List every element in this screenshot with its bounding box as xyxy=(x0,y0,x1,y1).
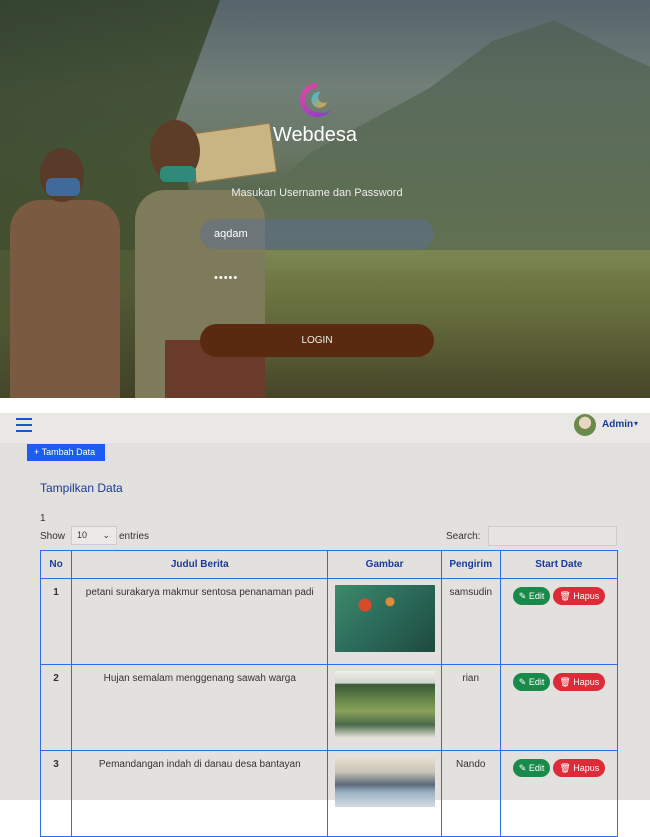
data-card: Tampilkan Data 1 Show 10 ⌄ entries Searc… xyxy=(27,467,630,837)
page-number: 1 xyxy=(40,513,46,524)
topbar: Admin ▾ xyxy=(0,413,650,443)
delete-label: Hapus xyxy=(573,591,600,601)
card-title: Tampilkan Data xyxy=(40,481,123,495)
header-no[interactable]: No xyxy=(39,550,73,579)
search-label: Search: xyxy=(446,531,481,542)
edit-label: Edit xyxy=(528,763,545,773)
news-image xyxy=(334,671,435,738)
cell-actions: ✎ Edit 🗑 Hapus xyxy=(499,750,619,837)
edit-button[interactable]: ✎ Edit xyxy=(512,759,551,777)
avatar[interactable] xyxy=(574,414,596,436)
background-person-left xyxy=(10,200,120,398)
add-data-button[interactable]: + Tambah Data xyxy=(27,444,105,461)
delete-label: Hapus xyxy=(573,763,600,773)
cell-actions: ✎ Edit 🗑 Hapus xyxy=(499,578,619,665)
cell-judul: Pemandangan indah di danau desa bantayan xyxy=(71,750,329,837)
cell-pengirim: samsudin xyxy=(440,578,501,665)
caret-down-icon[interactable]: ▾ xyxy=(634,419,638,428)
delete-button[interactable]: 🗑 Hapus xyxy=(553,587,606,605)
header-start-date[interactable]: Start Date xyxy=(499,550,619,579)
cell-pengirim: rian xyxy=(440,664,501,751)
cell-pengirim: Nando xyxy=(440,750,501,837)
news-table: No Judul Berita Gambar Pengirim Start Da… xyxy=(39,550,619,837)
entries-select-value: 10 xyxy=(77,530,88,540)
cell-no: 3 xyxy=(39,750,73,837)
login-button[interactable]: LOGIN xyxy=(200,324,434,357)
table-row: 2 Hujan semalam menggenang sawah warga r… xyxy=(39,664,619,751)
edit-button[interactable]: ✎ Edit xyxy=(512,587,551,605)
login-prompt: Masukan Username dan Password xyxy=(231,187,403,199)
trash-icon: 🗑 xyxy=(559,677,574,687)
pencil-icon: ✎ xyxy=(518,763,529,773)
entries-select[interactable]: 10 ⌄ xyxy=(71,526,117,545)
header-gambar[interactable]: Gambar xyxy=(327,550,442,579)
cell-no: 1 xyxy=(39,578,73,665)
search-input[interactable] xyxy=(488,526,617,546)
cell-judul: petani surakarya makmur sentosa penanama… xyxy=(71,578,329,665)
show-label: Show xyxy=(40,531,66,542)
cell-gambar xyxy=(327,578,442,665)
webdesa-logo xyxy=(300,83,335,117)
delete-button[interactable]: 🗑 Hapus xyxy=(553,759,606,777)
delete-label: Hapus xyxy=(573,677,600,687)
admin-screen: Admin ▾ + Tambah Data Tampilkan Data 1 S… xyxy=(0,413,650,837)
hamburger-icon[interactable] xyxy=(16,418,32,432)
username-input[interactable]: aqdam xyxy=(200,219,434,249)
table-row: 1 petani surakarya makmur sentosa penana… xyxy=(39,578,619,665)
brand-name: Webdesa xyxy=(272,124,358,146)
login-screen: Webdesa Masukan Username dan Password aq… xyxy=(0,0,650,398)
password-input[interactable]: ••••• xyxy=(200,263,434,293)
cell-actions: ✎ Edit 🗑 Hapus xyxy=(499,664,619,751)
cell-no: 2 xyxy=(39,664,73,751)
table-row: 3 Pemandangan indah di danau desa bantay… xyxy=(39,750,619,837)
delete-button[interactable]: 🗑 Hapus xyxy=(553,673,606,691)
cell-gambar xyxy=(327,750,442,837)
cell-judul: Hujan semalam menggenang sawah warga xyxy=(71,664,329,751)
pencil-icon: ✎ xyxy=(518,677,529,687)
edit-label: Edit xyxy=(528,677,545,687)
user-menu-label[interactable]: Admin xyxy=(602,419,633,430)
trash-icon: 🗑 xyxy=(559,591,574,601)
cell-gambar xyxy=(327,664,442,751)
entries-label: entries xyxy=(119,531,150,542)
header-pengirim[interactable]: Pengirim xyxy=(440,550,501,579)
pencil-icon: ✎ xyxy=(518,591,529,601)
edit-label: Edit xyxy=(528,591,545,601)
background-person-left-mask xyxy=(46,178,80,196)
edit-button[interactable]: ✎ Edit xyxy=(512,673,551,691)
chevron-down-icon: ⌄ xyxy=(102,530,110,540)
table-header-row: No Judul Berita Gambar Pengirim Start Da… xyxy=(39,550,619,579)
background-person-right-mask xyxy=(160,166,196,182)
trash-icon: 🗑 xyxy=(559,763,574,773)
news-image xyxy=(334,585,435,652)
header-judul[interactable]: Judul Berita xyxy=(71,550,329,579)
